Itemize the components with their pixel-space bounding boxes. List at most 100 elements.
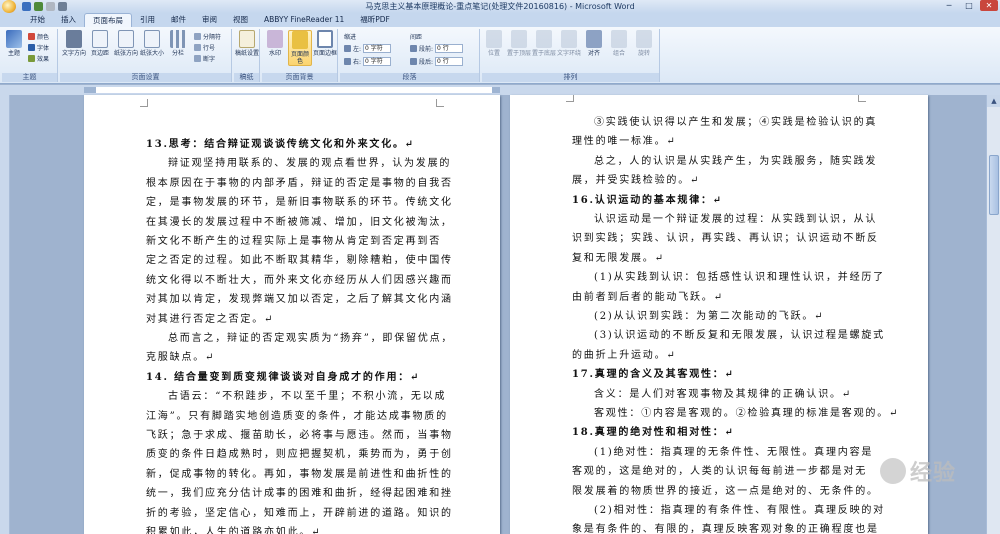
section-heading: 17.真理的含义及其客观性：↵ (572, 369, 735, 381)
watermark-button[interactable]: 水印 (263, 30, 287, 57)
group-label: 页面背景 (262, 73, 337, 82)
minimize-button[interactable]: ─ (940, 0, 958, 11)
line-numbers-button[interactable]: 行号 (194, 42, 215, 52)
paragraph-line: 克服缺点。↵ (146, 352, 216, 364)
align-button[interactable]: 对齐 (582, 30, 606, 57)
group-icon (611, 30, 627, 48)
document-page-1[interactable]: 13.思考：结合辩证观谈谈传统文化和外来文化。↵ 辩证观坚持用联系的、发展的观点看… (84, 95, 500, 534)
paragraph-line: 质变的条件日趋成熟时，则应把握契机，乘势而为，勇于创 (146, 449, 453, 461)
group-label: 主题 (2, 73, 57, 82)
theme-button[interactable]: 主题 (2, 30, 26, 57)
paragraph-line: 对其加以肯定，发现弊端又加以否定，之后了解其文化内涵 (146, 294, 453, 306)
space-after-field[interactable]: 0 行 (435, 56, 464, 66)
space-before-field[interactable]: 0 行 (435, 43, 464, 53)
theme-effects-button[interactable]: 效果 (28, 53, 49, 63)
draft-settings-button[interactable]: 稿纸设置 (235, 30, 259, 57)
size-icon (144, 30, 160, 48)
paragraph-line: ③实践使认识得以产生和发展；④实践是检验认识的真 (594, 117, 878, 128)
group-arrange: 位置 置于顶层 置于底层 文字环绕 对齐 组合 旋转 排列 (482, 29, 660, 82)
paragraph-line: (1)绝对性：指真理的无条件性、无限性。真理内容是 (594, 446, 874, 458)
ribbon-tabs: 开始 插入 页面布局 引用 邮件 审阅 视图 ABBYY FineReader … (0, 13, 1000, 27)
tab-references[interactable]: 引用 (132, 13, 163, 27)
paragraph-line: 积累如此，人生的道路亦如此。↵ (146, 527, 322, 534)
scroll-up-icon[interactable]: ▲ (987, 95, 1000, 107)
window-title: 马克思主义基本原理概论-重点笔记(处理文件20160816) - Microso… (365, 2, 635, 11)
paragraph-line: (1)从实践到认识：包括感性认识和理性认识，并经历了 (594, 272, 885, 284)
bring-to-front-button[interactable]: 置于顶层 (507, 30, 531, 57)
bring-to-front-icon (511, 30, 527, 48)
save-icon[interactable] (22, 2, 31, 11)
position-button[interactable]: 位置 (482, 30, 506, 57)
paragraph-line: 折的考验，坚定信心，知难而上，开辟前进的道路。知识的 (146, 507, 453, 519)
margin-mark (140, 99, 148, 107)
group-label: 页面设置 (60, 73, 231, 82)
paragraph-line: (3)认识运动的不断反复和无限发展，认识过程是螺旋式 (594, 330, 885, 342)
orientation-button[interactable]: 纸张方向 (114, 30, 138, 57)
theme-icon (6, 30, 22, 48)
office-button[interactable] (2, 0, 16, 13)
page-borders-icon (317, 30, 333, 48)
paragraph-line: 定，是事物发展的环节，是新旧事物联系的环节。传统文化 (146, 197, 453, 209)
tab-review[interactable]: 审阅 (194, 13, 225, 27)
paragraph-line: 在其漫长的发展过程中不断被筛减、增加，旧文化被淘汰， (146, 216, 453, 228)
undo-icon[interactable] (34, 2, 43, 11)
paragraph-line: 对其进行否定之否定。↵ (146, 313, 275, 325)
theme-fonts-button[interactable]: 字体 (28, 42, 49, 52)
watermark-icon (267, 30, 283, 48)
orientation-icon (118, 30, 134, 48)
margins-button[interactable]: 页边距 (88, 30, 112, 57)
breaks-button[interactable]: 分隔符 (194, 31, 221, 41)
vertical-ruler[interactable] (0, 95, 10, 534)
page-color-button[interactable]: 页面颜色 (288, 30, 312, 66)
paragraph-line: 总之，人的认识是从实践产生，为实践服务，随实践发 (594, 155, 878, 167)
paragraph-line: 总而言之，辩证的否定观实质为“扬弃”，即保留优点， (168, 333, 454, 344)
paragraph-line: 认识运动是一个辩证发展的过程：从实践到认识，从认 (594, 214, 878, 225)
text-wrapping-icon (561, 30, 577, 48)
theme-colors-button[interactable]: 颜色 (28, 31, 49, 41)
tab-home[interactable]: 开始 (22, 13, 53, 27)
text-direction-button[interactable]: 文字方向 (62, 30, 86, 57)
paragraph-line: 限发展着的物质世界的接近，这一点是绝对的、无条件的。 (572, 485, 879, 497)
margin-mark (436, 99, 444, 107)
size-button[interactable]: 纸张大小 (140, 30, 164, 57)
text-wrapping-button[interactable]: 文字环绕 (557, 30, 581, 57)
paragraph-line: 飞跃；急于求成、揠苗助长，必将事与愿违。然而，当事物 (146, 430, 453, 441)
group-label: 稿纸 (234, 73, 259, 82)
hyphenation-button[interactable]: 断字 (194, 53, 215, 63)
close-button[interactable]: ✕ (980, 0, 998, 11)
paragraph-line: 展，并受实践检验的。↵ (572, 175, 701, 187)
send-to-back-button[interactable]: 置于底层 (532, 30, 556, 57)
tab-abbyy[interactable]: ABBYY FineReader 11 (256, 13, 352, 27)
indent-right-field[interactable]: 0 字符 (363, 56, 392, 66)
qat-dropdown-icon[interactable] (58, 2, 67, 11)
paragraph-line: 客观的，这是绝对的，人类的认识每每前进一步都是对无 (572, 466, 867, 478)
paragraph-line: 由前者到后者的能动飞跃。↵ (572, 291, 724, 303)
indent-left-field[interactable]: 0 字符 (363, 43, 392, 53)
rotate-button[interactable]: 旋转 (632, 30, 656, 57)
group-button[interactable]: 组合 (607, 30, 631, 57)
maximize-button[interactable]: □ (960, 0, 978, 11)
page-borders-button[interactable]: 页面边框 (313, 30, 337, 57)
document-page-2[interactable]: ③实践使认识得以产生和发展；④实践是检验认识的真 理性的唯一标准。↵ 总之，人的认识… (510, 95, 928, 534)
site-watermark: 经验 (880, 455, 956, 487)
indent-right-icon (344, 57, 351, 65)
tab-mailings[interactable]: 邮件 (163, 13, 194, 27)
margins-icon (92, 30, 108, 48)
text-direction-icon (66, 30, 82, 48)
paragraph-line: 统文化得以不断壮大，而外来文化亦经历从人们因感兴趣而 (146, 274, 453, 286)
tab-foxit-pdf[interactable]: 福昕PDF (352, 13, 398, 27)
redo-icon[interactable] (46, 2, 55, 11)
breaks-icon (194, 32, 201, 40)
scrollbar-thumb[interactable] (989, 155, 999, 215)
vertical-scrollbar[interactable]: ▲ (986, 95, 1000, 534)
spacing-title: 间距 (410, 33, 423, 41)
paragraph-line: 的曲折上升运动。↵ (572, 349, 677, 361)
horizontal-ruler[interactable] (0, 85, 1000, 95)
tab-page-layout[interactable]: 页面布局 (84, 13, 132, 27)
tab-view[interactable]: 视图 (225, 13, 256, 27)
columns-button[interactable]: 分栏 (166, 30, 190, 57)
paragraph-line: 辩证观坚持用联系的、发展的观点看世界，认为发展的 (168, 158, 452, 170)
rotate-icon (636, 30, 652, 48)
tab-insert[interactable]: 插入 (53, 13, 84, 27)
paragraph-line: 统一，我们应充分估计成事的困难和曲折，经得起困难和挫 (146, 488, 453, 500)
